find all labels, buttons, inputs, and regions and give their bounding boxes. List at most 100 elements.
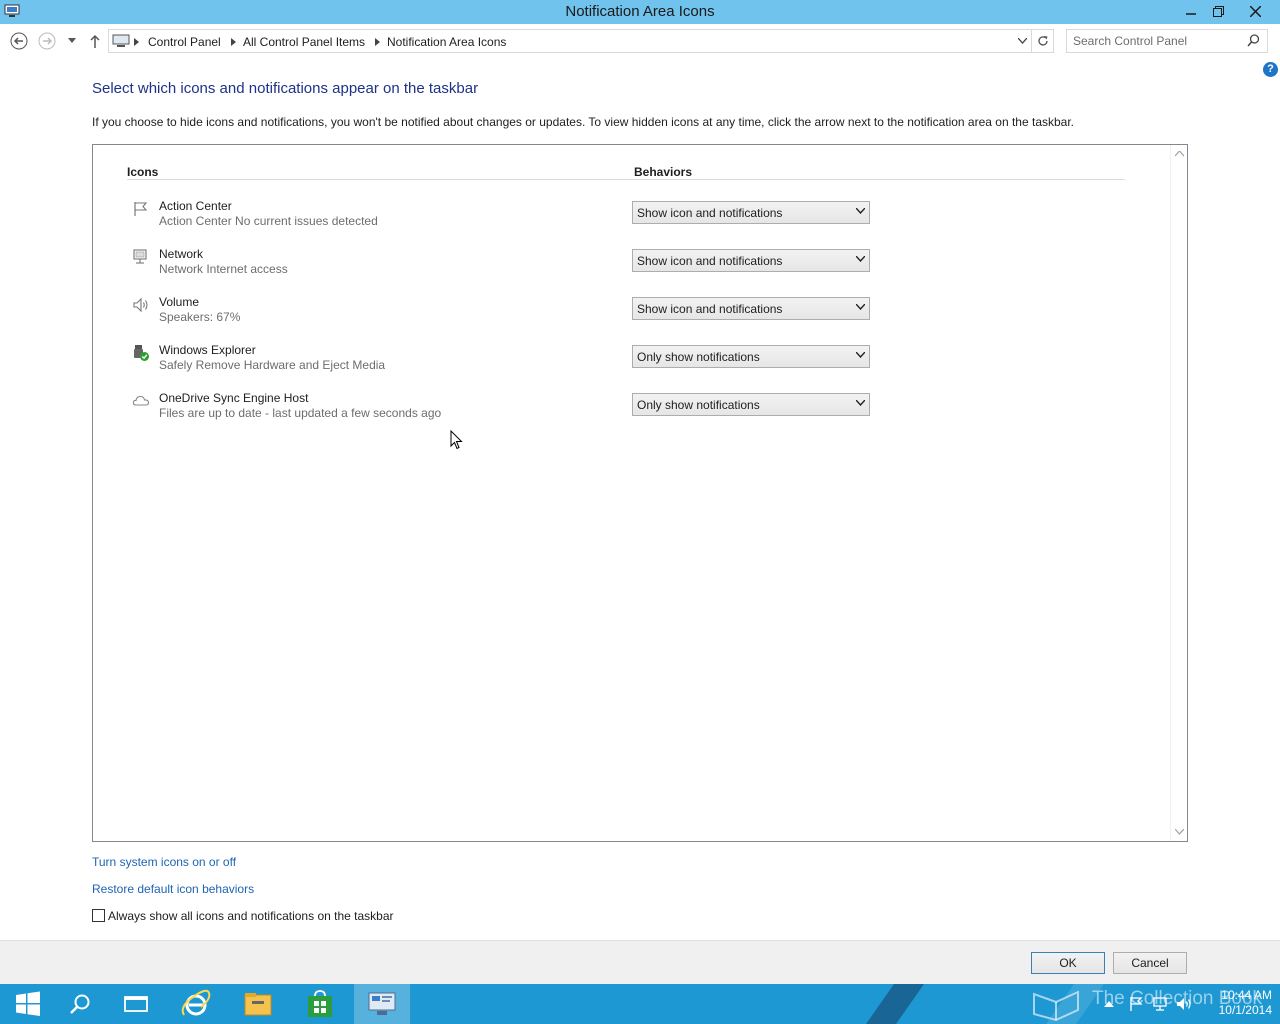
cancel-button[interactable]: Cancel: [1113, 952, 1187, 974]
window-title: Notification Area Icons: [565, 3, 715, 20]
restore-button[interactable]: [1203, 0, 1233, 22]
list-item-onedrive: OneDrive Sync Engine Host Files are up t…: [127, 389, 1127, 433]
usb-eject-icon: [134, 345, 149, 361]
breadcrumb-separator-icon: [231, 38, 236, 46]
back-arrow-icon: [10, 32, 28, 50]
scroll-down-button[interactable]: [1174, 827, 1184, 837]
list-item-windows-explorer: Windows Explorer Safely Remove Hardware …: [127, 341, 1127, 385]
close-button[interactable]: [1240, 0, 1270, 22]
control-panel-icon: [368, 992, 396, 1015]
item-name: Network: [159, 247, 204, 261]
scroll-up-button[interactable]: [1174, 149, 1184, 159]
store-button[interactable]: [292, 984, 348, 1024]
taskbar-search-button[interactable]: [52, 984, 108, 1024]
store-icon: [308, 990, 332, 1017]
chevron-down-icon: [1174, 829, 1184, 835]
title-bar: Notification Area Icons: [0, 0, 1280, 24]
refresh-button[interactable]: [1031, 30, 1053, 52]
minimize-button[interactable]: [1176, 0, 1206, 22]
chevron-up-icon: [1104, 1001, 1114, 1007]
page-title: Select which icons and notifications app…: [92, 80, 479, 97]
refresh-icon: [1037, 36, 1048, 46]
flag-icon: [134, 202, 148, 216]
search-input[interactable]: [1073, 33, 1243, 49]
task-view-button[interactable]: [108, 984, 164, 1024]
speaker-icon: [1177, 998, 1191, 1010]
restore-default-behaviors-link[interactable]: Restore default icon behaviors: [92, 882, 254, 896]
forward-arrow-icon: [38, 32, 56, 50]
speaker-icon: [133, 297, 148, 313]
breadcrumb-control-panel[interactable]: Control Panel: [148, 35, 221, 49]
tray-volume[interactable]: [1176, 984, 1194, 1024]
minimize-icon: [1186, 13, 1196, 15]
turn-system-icons-link[interactable]: Turn system icons on or off: [92, 855, 236, 869]
tray-action-center[interactable]: [1128, 984, 1144, 1024]
navigation-bar: Control Panel All Control Panel Items No…: [0, 26, 1280, 56]
chevron-down-icon: [856, 208, 865, 214]
behavior-select-windows-explorer[interactable]: Only show notifications: [632, 345, 870, 368]
address-bar[interactable]: Control Panel All Control Panel Items No…: [108, 29, 1054, 53]
ok-button[interactable]: OK: [1031, 952, 1105, 974]
item-name: Windows Explorer: [159, 343, 256, 357]
breadcrumb-notification-area-icons[interactable]: Notification Area Icons: [387, 35, 506, 49]
always-show-label[interactable]: Always show all icons and notifications …: [108, 909, 394, 923]
item-name: Volume: [159, 295, 200, 309]
search-icon: [70, 994, 90, 1014]
chevron-up-icon: [1174, 151, 1184, 157]
taskbar-decoration: [858, 984, 932, 1024]
forward-button[interactable]: [37, 31, 57, 51]
item-name: OneDrive Sync Engine Host: [159, 391, 309, 405]
item-detail: Action Center No current issues detected: [159, 214, 378, 228]
icons-column-header: Icons: [127, 165, 159, 179]
search-box[interactable]: [1066, 29, 1268, 53]
dialog-button-bar: OK Cancel: [0, 940, 1280, 984]
up-button[interactable]: [85, 31, 105, 51]
network-icon: [133, 249, 147, 264]
list-item-network: Network Network Internet access Show ico…: [127, 245, 1127, 289]
task-view-icon: [124, 996, 148, 1012]
up-arrow-icon: [90, 34, 100, 48]
start-icon: [16, 991, 40, 1016]
taskbar-clock[interactable]: 10:44 AM 10/1/2014: [1204, 988, 1272, 1018]
internet-explorer-button[interactable]: [168, 984, 224, 1024]
address-history-button[interactable]: [1014, 33, 1030, 49]
always-show-checkbox[interactable]: [92, 909, 105, 922]
chevron-down-icon: [856, 400, 865, 406]
start-button[interactable]: [0, 984, 56, 1024]
help-icon[interactable]: ?: [1263, 62, 1278, 77]
chevron-down-icon: [856, 304, 865, 310]
list-item-action-center: Action Center Action Center No current i…: [127, 197, 1127, 241]
breadcrumb-separator-icon: [375, 38, 380, 46]
search-icon[interactable]: [1247, 34, 1260, 47]
behavior-select-network[interactable]: Show icon and notifications: [632, 249, 870, 272]
behavior-value: Only show notifications: [637, 350, 760, 364]
flag-icon: [1130, 997, 1143, 1011]
back-button[interactable]: [9, 31, 29, 51]
tray-network[interactable]: [1152, 984, 1168, 1024]
behavior-select-volume[interactable]: Show icon and notifications: [632, 297, 870, 320]
vertical-scrollbar[interactable]: [1170, 145, 1187, 841]
cloud-icon: [132, 395, 150, 406]
mouse-cursor-icon: [450, 430, 463, 450]
computer-icon: [112, 34, 130, 47]
header-divider: [127, 179, 1125, 180]
control-panel-taskbar-button[interactable]: [354, 984, 410, 1024]
behavior-select-action-center[interactable]: Show icon and notifications: [632, 201, 870, 224]
behavior-select-onedrive[interactable]: Only show notifications: [632, 393, 870, 416]
behavior-value: Show icon and notifications: [637, 302, 783, 316]
internet-explorer-icon: [181, 989, 211, 1016]
chevron-down-icon: [856, 256, 865, 262]
behavior-value: Only show notifications: [637, 398, 760, 412]
item-detail: Safely Remove Hardware and Eject Media: [159, 358, 386, 372]
recent-locations-button[interactable]: [62, 31, 82, 51]
clock-time: 10:44 AM: [1221, 988, 1272, 1002]
item-detail: Network Internet access: [159, 262, 288, 276]
restore-icon: [1212, 5, 1224, 17]
notification-icons-list[interactable]: Icons Behaviors Action Center Action Cen…: [92, 144, 1188, 842]
breadcrumb-all-items[interactable]: All Control Panel Items: [243, 35, 365, 49]
close-icon: [1249, 5, 1261, 17]
taskbar: The Collection Book 10:44 AM 10/1/2014: [0, 984, 1280, 1024]
breadcrumb-separator-icon: [134, 38, 139, 46]
file-explorer-button[interactable]: [230, 984, 286, 1024]
show-hidden-icons-button[interactable]: [1104, 984, 1114, 1024]
